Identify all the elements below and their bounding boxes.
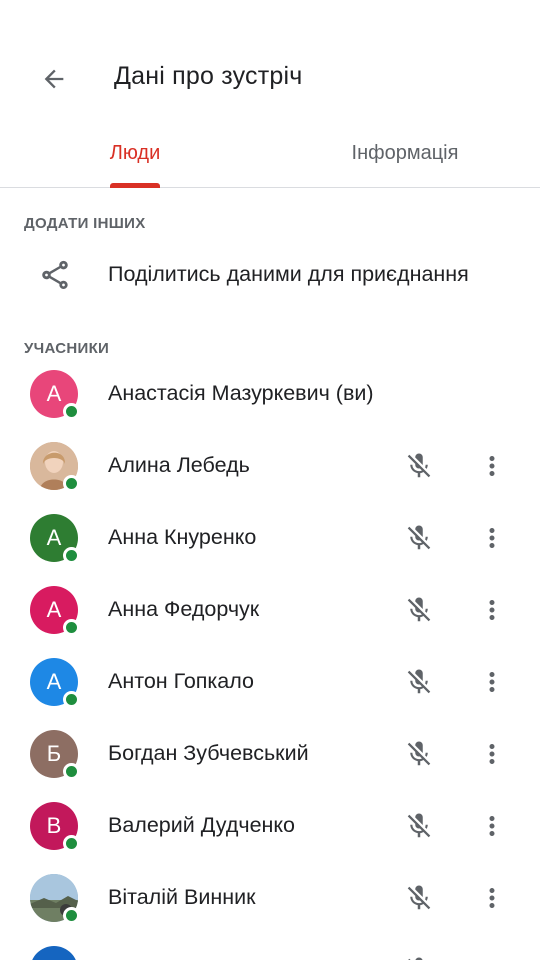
mic-off-icon bbox=[407, 453, 431, 478]
avatar-initial: А bbox=[46, 669, 62, 694]
more-options-button[interactable] bbox=[470, 947, 514, 960]
page-title: Дані про зустріч bbox=[114, 62, 303, 90]
tab-bar: Люди Інформація bbox=[0, 120, 540, 188]
more-options-button[interactable] bbox=[470, 587, 514, 633]
participant-name: Анна Федорчук bbox=[108, 597, 260, 621]
participant-name: Валерий Дудченко bbox=[108, 813, 296, 837]
participant-row[interactable]: А Анна Федорчук bbox=[0, 574, 540, 646]
arrow-back-icon bbox=[44, 69, 64, 89]
mic-off-button[interactable] bbox=[396, 731, 442, 777]
participant-row[interactable]: Алина Лебедь bbox=[0, 430, 540, 502]
more-vert-icon bbox=[489, 816, 495, 836]
participant-row[interactable]: Б Богдан Зубчевський bbox=[0, 718, 540, 790]
mic-off-icon bbox=[407, 741, 431, 766]
more-vert-icon bbox=[489, 672, 495, 692]
share-icon bbox=[42, 260, 68, 290]
back-button[interactable] bbox=[28, 56, 80, 102]
share-join-info-button[interactable]: Поділитись даними для приєднання bbox=[0, 244, 540, 306]
more-vert-icon bbox=[489, 456, 495, 476]
mic-off-icon bbox=[407, 597, 431, 622]
mic-off-button[interactable] bbox=[396, 947, 442, 960]
avatar-initial: Б bbox=[46, 741, 62, 766]
participant-name: Алина Лебедь bbox=[108, 453, 250, 477]
mic-off-icon bbox=[407, 669, 431, 694]
online-status-dot bbox=[63, 403, 80, 420]
participant-name: Анна Кнуренко bbox=[108, 525, 257, 549]
more-options-button[interactable] bbox=[470, 443, 514, 489]
more-vert-icon bbox=[489, 744, 495, 764]
more-options-button[interactable] bbox=[470, 875, 514, 921]
mic-off-icon bbox=[407, 525, 431, 550]
section-label-add-others: ДОДАТИ ІНШИХ bbox=[24, 215, 146, 232]
more-vert-icon bbox=[489, 888, 495, 908]
avatar-initial: А bbox=[46, 597, 62, 622]
more-vert-icon bbox=[477, 955, 507, 960]
mic-off-button[interactable] bbox=[396, 659, 442, 705]
avatar bbox=[30, 946, 78, 960]
online-status-dot bbox=[63, 835, 80, 852]
online-status-dot bbox=[63, 619, 80, 636]
mic-off-button[interactable] bbox=[396, 587, 442, 633]
participant-row[interactable]: А Антон Гопкало bbox=[0, 646, 540, 718]
online-status-dot bbox=[63, 547, 80, 564]
section-label-participants: УЧАСНИКИ bbox=[24, 340, 110, 357]
more-options-button[interactable] bbox=[470, 803, 514, 849]
tab-people[interactable]: Люди bbox=[0, 120, 270, 187]
mic-off-button[interactable] bbox=[396, 515, 442, 561]
online-status-dot bbox=[63, 907, 80, 924]
participant-name: Анастасія Мазуркевич (ви) bbox=[108, 381, 374, 405]
participant-row[interactable]: Віталій Винник bbox=[0, 862, 540, 934]
online-status-dot bbox=[63, 763, 80, 780]
active-tab-indicator bbox=[110, 183, 160, 188]
more-options-button[interactable] bbox=[470, 731, 514, 777]
mic-off-icon bbox=[407, 885, 431, 910]
app-bar: Дані про зустріч bbox=[0, 0, 540, 120]
participant-name: Віталій Винник bbox=[108, 885, 256, 909]
online-status-dot bbox=[63, 691, 80, 708]
avatar-initial: А bbox=[46, 381, 62, 406]
participant-row[interactable]: А Анастасія Мазуркевич (ви) bbox=[0, 358, 540, 430]
participant-name: Богдан Зубчевський bbox=[108, 741, 309, 765]
mic-off-icon bbox=[408, 957, 423, 960]
participant-name: Антон Гопкало bbox=[108, 669, 255, 693]
mic-off-button[interactable] bbox=[396, 803, 442, 849]
online-status-dot bbox=[63, 475, 80, 492]
more-options-button[interactable] bbox=[470, 515, 514, 561]
participant-row[interactable] bbox=[0, 934, 540, 960]
more-options-button[interactable] bbox=[470, 659, 514, 705]
more-vert-icon bbox=[489, 528, 495, 548]
participant-row[interactable]: В Валерий Дудченко bbox=[0, 790, 540, 862]
share-label: Поділитись даними для приєднання bbox=[108, 262, 469, 286]
avatar-initial: А bbox=[46, 525, 62, 550]
avatar-initial: В bbox=[46, 813, 62, 838]
mic-off-button[interactable] bbox=[396, 875, 442, 921]
mic-off-icon bbox=[407, 813, 431, 838]
tab-info[interactable]: Інформація bbox=[270, 120, 540, 187]
participant-row[interactable]: А Анна Кнуренко bbox=[0, 502, 540, 574]
mic-off-button[interactable] bbox=[396, 443, 442, 489]
more-vert-icon bbox=[489, 600, 495, 620]
